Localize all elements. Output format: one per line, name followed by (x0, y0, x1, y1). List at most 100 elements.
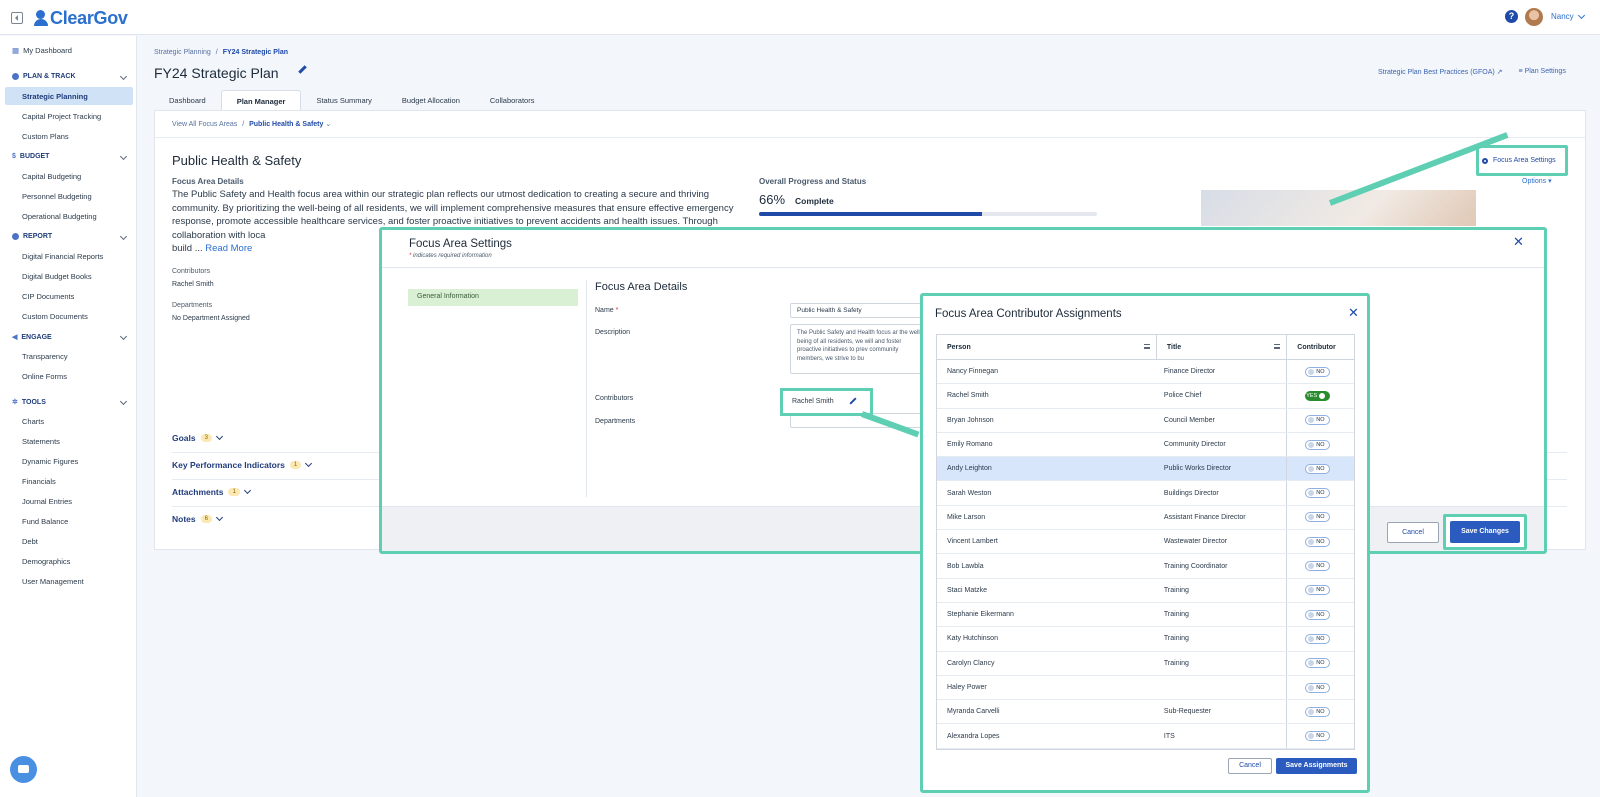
contributor-toggle[interactable]: YES (1305, 390, 1331, 401)
sidebar-section-tools[interactable]: ✲ TOOLS (12, 398, 46, 407)
accordion-kpis[interactable]: Key Performance Indicators 1 (172, 459, 313, 470)
tab-status-summary[interactable]: Status Summary (301, 90, 386, 110)
tab-plan-manager[interactable]: Plan Manager (220, 90, 302, 110)
focus-area-dropdown[interactable]: Public Health & Safety (249, 121, 323, 128)
nav-general-information[interactable]: General Information (408, 289, 578, 306)
best-practices-link[interactable]: Strategic Plan Best Practices (GFOA) ↗ (1378, 68, 1503, 76)
sidebar-section-plan-track[interactable]: PLAN & TRACK (12, 73, 76, 80)
table-row[interactable]: Vincent Lambert Wastewater Director NO (937, 530, 1354, 555)
sidebar-item-digital-budget-books[interactable]: Digital Budget Books (22, 272, 92, 281)
sidebar-item-user-management[interactable]: User Management (22, 577, 84, 586)
sidebar-item-debt[interactable]: Debt (22, 537, 38, 546)
cancel-button[interactable]: Cancel (1387, 522, 1439, 543)
table-row[interactable]: Myranda Carvelli Sub-Requester NO (937, 700, 1354, 725)
sidebar-item-strategic-planning[interactable]: Strategic Planning (22, 92, 88, 101)
column-menu-icon[interactable] (1143, 344, 1150, 349)
tab-dashboard[interactable]: Dashboard (154, 90, 221, 110)
table-row[interactable]: Emily Romano Community Director NO (937, 432, 1354, 458)
sidebar-section-budget[interactable]: $ BUDGET (12, 153, 49, 160)
column-header-title[interactable]: Title (1155, 335, 1286, 359)
contributor-toggle[interactable]: NO (1305, 658, 1331, 669)
close-icon[interactable]: ✕ (1513, 234, 1524, 250)
chevron-down-icon[interactable] (1577, 11, 1586, 20)
accordion-attachments[interactable]: Attachments 1 (172, 486, 251, 497)
contributor-toggle[interactable]: NO (1305, 536, 1331, 547)
table-row[interactable]: Carolyn Clancy Training NO (937, 651, 1354, 676)
sidebar-item-custom-documents[interactable]: Custom Documents (22, 312, 88, 321)
contributor-toggle[interactable]: NO (1305, 609, 1331, 620)
sidebar-item-statements[interactable]: Statements (22, 437, 60, 446)
chevron-down-icon[interactable] (119, 332, 128, 341)
sidebar-item-fund-balance[interactable]: Fund Balance (22, 517, 68, 526)
options-dropdown[interactable]: Options ▾ (1522, 177, 1552, 185)
pencil-icon[interactable] (849, 397, 857, 405)
sidebar-item-transparency[interactable]: Transparency (22, 352, 68, 361)
sidebar-section-engage[interactable]: ◀ ENGAGE (12, 333, 52, 342)
sidebar-item-capital-project-tracking[interactable]: Capital Project Tracking (22, 112, 101, 121)
column-header-person[interactable]: Person (937, 335, 1156, 359)
breadcrumb-link[interactable]: Strategic Planning (154, 49, 211, 56)
contributor-toggle[interactable]: NO (1305, 439, 1331, 450)
accordion-goals[interactable]: Goals 3 (172, 432, 224, 443)
cleargov-logo[interactable]: ClearGov (34, 8, 128, 29)
chevron-down-icon[interactable] (119, 397, 128, 406)
sidebar-item-charts[interactable]: Charts (22, 417, 44, 426)
contributor-toggle[interactable]: NO (1305, 561, 1331, 572)
sidebar-item-digital-financial-reports[interactable]: Digital Financial Reports (22, 252, 103, 261)
table-row[interactable]: Haley Power NO (937, 675, 1354, 701)
contributor-toggle[interactable]: NO (1305, 633, 1331, 644)
table-row[interactable]: Bryan Johnson Council Member NO (937, 408, 1354, 433)
avatar[interactable] (1525, 8, 1543, 26)
table-row[interactable]: Mike Larson Assistant Finance Director NO (937, 505, 1354, 531)
chat-icon[interactable] (10, 756, 37, 783)
sidebar-item-financials[interactable]: Financials (22, 477, 56, 486)
contributors-field[interactable]: Rachel Smith (780, 388, 873, 416)
description-textarea[interactable]: The Public Safety and Health focus ar th… (790, 324, 930, 374)
contributor-toggle[interactable]: NO (1305, 463, 1331, 474)
contributor-toggle[interactable]: NO (1305, 488, 1331, 499)
save-assignments-button[interactable]: Save Assignments (1276, 758, 1357, 774)
accordion-notes[interactable]: Notes 6 (172, 513, 224, 524)
contributor-toggle[interactable]: NO (1305, 512, 1331, 523)
sidebar-item-custom-plans[interactable]: Custom Plans (22, 132, 69, 141)
chevron-down-icon[interactable] (119, 152, 128, 161)
column-menu-icon[interactable] (1274, 344, 1281, 349)
contributor-toggle[interactable]: NO (1305, 731, 1331, 742)
chevron-down-icon[interactable] (119, 232, 128, 241)
sidebar-item-operational-budgeting[interactable]: Operational Budgeting (22, 212, 97, 221)
read-more-link[interactable]: Read More (205, 243, 252, 254)
sidebar-section-report[interactable]: REPORT (12, 233, 52, 240)
tab-collaborators[interactable]: Collaborators (475, 90, 550, 110)
table-row[interactable]: Alexandra Lopes ITS NO (937, 724, 1354, 749)
user-menu-name[interactable]: Nancy (1551, 12, 1574, 21)
edit-pencil-icon[interactable] (298, 65, 307, 74)
sidebar-item-capital-budgeting[interactable]: Capital Budgeting (22, 172, 81, 181)
table-row[interactable]: Staci Matzke Training NO (937, 578, 1354, 603)
tab-budget-allocation[interactable]: Budget Allocation (387, 90, 475, 110)
table-row[interactable]: Nancy Finnegan Finance Director NO (937, 360, 1354, 385)
contributor-toggle[interactable]: NO (1305, 366, 1331, 377)
sidebar-item-demographics[interactable]: Demographics (22, 557, 70, 566)
chevron-down-icon[interactable] (119, 72, 128, 81)
contributor-toggle[interactable]: NO (1305, 706, 1331, 717)
close-icon[interactable]: ✕ (1348, 305, 1359, 321)
table-row[interactable]: Bob Lawbla Training Coordinator NO (937, 554, 1354, 579)
sidebar-item-personnel-budgeting[interactable]: Personnel Budgeting (22, 192, 92, 201)
sidebar-item-dynamic-figures[interactable]: Dynamic Figures (22, 457, 78, 466)
contributor-toggle[interactable]: NO (1305, 585, 1331, 596)
table-row[interactable]: Andy Leighton Public Works Director NO (937, 457, 1354, 482)
cancel-button[interactable]: Cancel (1228, 758, 1272, 774)
contributor-toggle[interactable]: NO (1305, 415, 1331, 426)
view-all-focus-areas-link[interactable]: View All Focus Areas (172, 121, 237, 128)
table-row[interactable]: Stephanie Eikermann Training NO (937, 602, 1354, 628)
sidebar-item-cip-documents[interactable]: CIP Documents (22, 292, 74, 301)
table-row[interactable]: Sarah Weston Buildings Director NO (937, 481, 1354, 506)
sidebar-item-journal-entries[interactable]: Journal Entries (22, 497, 72, 506)
sidebar-collapse-icon[interactable] (11, 12, 23, 24)
help-icon[interactable]: ? (1505, 10, 1518, 23)
sidebar-item-my-dashboard[interactable]: ▦ My Dashboard (12, 46, 72, 55)
name-input[interactable]: Public Health & Safety (790, 303, 930, 318)
focus-area-settings-link[interactable]: Focus Area Settings (1476, 145, 1568, 176)
table-row[interactable]: Katy Hutchinson Training NO (937, 627, 1354, 652)
sidebar-item-online-forms[interactable]: Online Forms (22, 372, 67, 381)
